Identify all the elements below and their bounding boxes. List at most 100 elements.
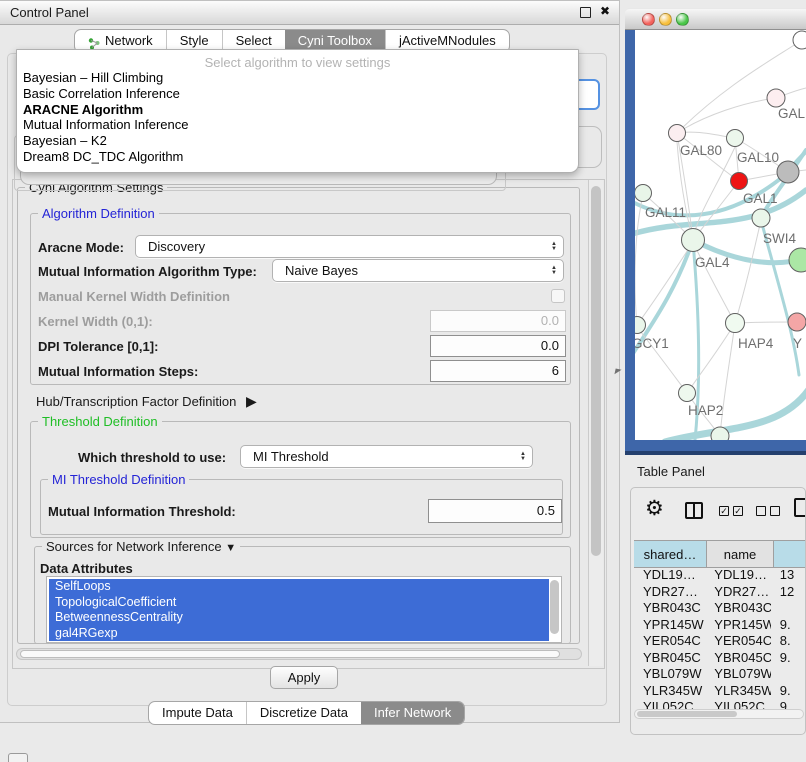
stepper-icon[interactable]: ▲▼ (545, 266, 563, 276)
close-icon[interactable]: ✖ (600, 4, 610, 18)
data-attributes-label: Data Attributes (40, 561, 133, 576)
tab-discretize-data[interactable]: Discretize Data (246, 702, 361, 724)
dropdown-item[interactable]: ARACNE Algorithm (17, 102, 578, 118)
list-item[interactable]: TopologicalCoefficient (49, 595, 549, 611)
list-item[interactable]: BetweennessCentrality (49, 610, 549, 626)
table-horizontal-scrollbar[interactable] (634, 709, 804, 719)
table-cell: YBR045C (634, 650, 705, 667)
columns-icon[interactable] (685, 502, 703, 519)
stepper-icon[interactable]: ▲▼ (514, 452, 532, 462)
dropdown-item[interactable]: Bayesian – Hill Climbing (17, 70, 578, 86)
mi-threshold-label: Mutual Information Threshold: (48, 504, 236, 519)
mi-algorithm-type-label: Mutual Information Algorithm Type: (38, 264, 257, 279)
network-graph: GALGAL80GAL10GAL1GAL11SWI4GAL4GCY1HAP4YH… (635, 30, 806, 440)
document-icon[interactable] (794, 498, 806, 517)
network-node[interactable] (635, 185, 652, 202)
list-item[interactable]: gal4RGexp (49, 626, 549, 642)
node-label: GAL (778, 106, 806, 121)
expand-arrow-icon[interactable]: ▶ (246, 393, 257, 409)
manual-kernel-label: Manual Kernel Width Definition (38, 289, 230, 304)
network-node[interactable] (727, 130, 744, 147)
minimize-traffic-light[interactable] (659, 13, 672, 26)
table-cell: 13 (771, 567, 806, 584)
manual-kernel-checkbox[interactable] (551, 289, 565, 303)
zoom-traffic-light[interactable] (676, 13, 689, 26)
apply-button[interactable]: Apply (270, 666, 338, 689)
scrollbar-thumb[interactable] (20, 650, 560, 658)
close-traffic-light[interactable] (642, 13, 655, 26)
scrollbar-thumb[interactable] (591, 186, 601, 556)
tab-impute-data[interactable]: Impute Data (149, 702, 246, 724)
dropdown-item[interactable]: Basic Correlation Inference (17, 86, 578, 102)
deselect-all-checkboxes-icon[interactable] (756, 506, 780, 516)
which-threshold-value: MI Threshold (241, 449, 514, 464)
aracne-mode-select[interactable]: Discovery ▲▼ (135, 235, 564, 258)
dropdown-item[interactable]: Mutual Information Inference (17, 117, 578, 133)
network-node[interactable] (726, 314, 745, 333)
network-icon (88, 35, 100, 47)
float-window-icon[interactable] (580, 7, 591, 18)
network-node[interactable] (679, 385, 696, 402)
mouse-cursor (614, 368, 621, 375)
list-scrollbar[interactable] (550, 580, 559, 640)
network-canvas[interactable]: GALGAL80GAL10GAL1GAL11SWI4GAL4GCY1HAP4YH… (635, 30, 806, 440)
network-node[interactable] (752, 209, 770, 227)
network-edge[interactable] (637, 242, 693, 325)
tab-label: Infer Network (374, 702, 451, 724)
network-edge[interactable] (735, 220, 761, 323)
stepper-icon[interactable]: ▲▼ (545, 242, 563, 252)
scrollbar-thumb[interactable] (637, 711, 737, 717)
network-node[interactable] (777, 161, 799, 183)
network-node[interactable] (767, 89, 785, 107)
settings-horizontal-scrollbar[interactable] (16, 648, 582, 660)
network-node[interactable] (711, 427, 729, 440)
table-row[interactable]: YDL19…YDL19…13 (634, 567, 806, 584)
network-node[interactable] (731, 173, 748, 190)
settings-vertical-scrollbar[interactable] (588, 180, 603, 666)
network-edge[interactable] (635, 195, 643, 325)
collapse-arrow-icon[interactable]: ▼ (225, 542, 236, 554)
network-node[interactable] (669, 125, 686, 142)
column-header[interactable] (774, 541, 806, 567)
kernel-width-input[interactable]: 0.0 (430, 310, 566, 332)
table-row[interactable]: YDR27…YDR27…12 (634, 584, 806, 601)
mi-algorithm-type-select[interactable]: Naive Bayes ▲▼ (272, 259, 564, 282)
table-cell: YER054C (705, 633, 770, 650)
table-cell: 8. (771, 633, 806, 650)
network-node[interactable] (635, 317, 646, 334)
list-item[interactable]: SelfLoops (49, 579, 549, 595)
node-label: GAL10 (737, 150, 779, 165)
network-node[interactable] (682, 229, 705, 252)
table-cell: YDL19… (705, 567, 770, 584)
mi-threshold-input[interactable]: 0.5 (428, 499, 562, 523)
network-edge[interactable] (687, 323, 735, 393)
tab-infer-network[interactable]: Infer Network (361, 702, 464, 724)
network-node[interactable] (788, 313, 806, 331)
table-cell: YLR345W (634, 683, 705, 700)
table-cell: YBR043C (634, 600, 705, 617)
table-row[interactable]: YPR145WYPR145W9. (634, 617, 806, 634)
which-threshold-select[interactable]: MI Threshold ▲▼ (240, 445, 533, 468)
table-row[interactable]: YER054CYER054C8. (634, 633, 806, 650)
table-row[interactable]: YBL079WYBL079W (634, 666, 806, 683)
network-edge[interactable] (720, 323, 735, 436)
dropdown-item[interactable]: Dream8 DC_TDC Algorithm (17, 149, 578, 165)
table-row[interactable]: YLR345WYLR345W9. (634, 683, 806, 700)
algorithm-definition-title: Algorithm Definition (38, 206, 159, 221)
mi-steps-input[interactable]: 6 (430, 360, 566, 382)
data-attributes-list[interactable]: SelfLoopsTopologicalCoefficientBetweenne… (46, 576, 562, 643)
column-header[interactable]: name (707, 541, 774, 567)
column-header[interactable]: shared… (634, 541, 707, 567)
gear-icon[interactable]: ⚙ (645, 496, 664, 521)
table-row[interactable]: YBR045CYBR045C9. (634, 650, 806, 667)
dropdown-item[interactable]: Bayesian – K2 (17, 133, 578, 149)
scrollbar-thumb[interactable] (550, 580, 559, 634)
table-header: shared…name (634, 540, 806, 568)
select-all-checkboxes-icon[interactable]: ✓✓ (719, 506, 743, 516)
hub-definition-toggle[interactable]: Hub/Transcription Factor Definition ▶ (36, 393, 257, 410)
network-node[interactable] (793, 31, 806, 49)
network-node[interactable] (789, 248, 806, 272)
network-edge[interactable] (677, 98, 776, 133)
dpi-tolerance-input[interactable]: 0.0 (430, 335, 566, 357)
table-row[interactable]: YBR043CYBR043C (634, 600, 806, 617)
